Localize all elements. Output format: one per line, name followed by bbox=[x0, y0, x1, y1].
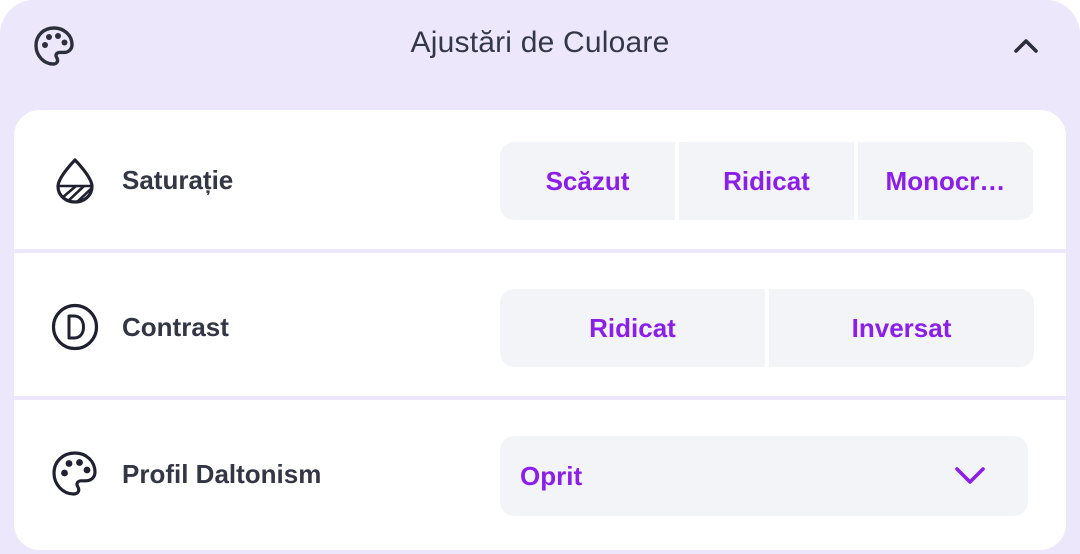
setting-label-saturation: Saturație bbox=[122, 165, 234, 195]
contrast-icon bbox=[50, 302, 100, 352]
setting-row-colorblind-profile: Profil Daltonism Oprit bbox=[14, 404, 1066, 547]
setting-row-saturation: Saturație Scăzut Ridicat Monocr… bbox=[14, 110, 1066, 253]
settings-card: Saturație Scăzut Ridicat Monocr… Contras… bbox=[14, 110, 1066, 550]
contrast-option-high[interactable]: Ridicat bbox=[500, 289, 765, 367]
saturation-option-monochrome[interactable]: Monocr… bbox=[858, 142, 1033, 220]
chevron-down-icon bbox=[952, 460, 988, 490]
saturation-option-high[interactable]: Ridicat bbox=[679, 142, 854, 220]
setting-label-contrast: Contrast bbox=[122, 312, 229, 342]
setting-row-contrast: Contrast Ridicat Inversat bbox=[14, 257, 1066, 400]
colorblind-profile-select[interactable]: Oprit bbox=[500, 436, 1028, 516]
saturation-option-low[interactable]: Scăzut bbox=[500, 142, 675, 220]
saturation-segmented-control: Scăzut Ridicat Monocr… bbox=[500, 142, 1034, 220]
contrast-segmented-control: Ridicat Inversat bbox=[500, 289, 1034, 367]
panel-header[interactable]: Ajustări de Culoare bbox=[0, 0, 1080, 92]
panel-title: Ajustări de Culoare bbox=[410, 26, 670, 59]
setting-label-colorblind-profile: Profil Daltonism bbox=[122, 459, 322, 489]
contrast-option-inverted[interactable]: Inversat bbox=[769, 289, 1034, 367]
chevron-up-icon[interactable] bbox=[1008, 30, 1044, 62]
palette-icon bbox=[50, 449, 100, 499]
color-adjustments-panel: Ajustări de Culoare Saturație Scăzut Rid… bbox=[0, 0, 1080, 554]
select-value: Oprit bbox=[520, 461, 583, 491]
droplet-icon bbox=[50, 155, 100, 205]
